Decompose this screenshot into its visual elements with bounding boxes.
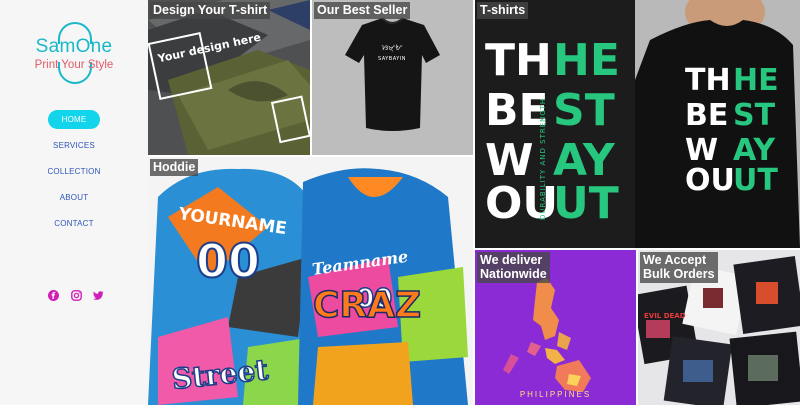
tile-tshirts[interactable]: TH BE W OU HE ST AY UT DURABILITY AND ST… (475, 0, 800, 248)
svg-text:HE: HE (553, 35, 620, 86)
nav-item-home[interactable]: HOME (48, 110, 100, 129)
tile-label-tshirts: T-shirts (477, 2, 529, 19)
facebook-icon[interactable] (48, 288, 59, 301)
map-caption: PHILIPPINES (519, 390, 592, 399)
tile-label-delivery: We deliver Nationwide (477, 252, 550, 283)
folded-tshirts-image: Your design here (148, 0, 310, 155)
svg-text:TH: TH (485, 35, 552, 86)
black-tshirt-image: ᜐᜋ᜔ᜀ SAYBAYIN (312, 0, 473, 155)
svg-text:ᜐᜋ᜔ᜀ: ᜐᜋ᜔ᜀ (382, 44, 404, 52)
svg-text:ST: ST (553, 85, 615, 136)
graffiti-hoodie-image: YOURNAME 00 Street Teamname 00 CRAZ (148, 157, 473, 405)
tile-hoodie[interactable]: YOURNAME 00 Street Teamname 00 CRAZ Hodd… (148, 157, 473, 405)
svg-text:OU: OU (485, 178, 558, 229)
tile-label-best-seller: Our Best Seller (314, 2, 411, 19)
svg-text:00: 00 (196, 234, 260, 288)
tile-design-your-tshirt[interactable]: Your design here Design Your T-shirt (148, 0, 310, 155)
nav-item-contact[interactable]: CONTACT (44, 214, 104, 233)
brand-name: SamOne (35, 36, 113, 57)
svg-text:OU: OU (685, 163, 735, 198)
svg-text:HE: HE (733, 63, 779, 98)
tile-bulk-orders[interactable]: EVIL DEAD We Accept Bulk Orders (638, 250, 800, 405)
main-nav: HOME SERVICES COLLECTION ABOUT CONTACT (0, 110, 148, 240)
social-links (48, 288, 104, 301)
instagram-icon[interactable] (70, 288, 82, 301)
svg-text:EVIL DEAD: EVIL DEAD (644, 312, 686, 320)
sidebar: SamOne Print Your Style HOME SERVICES CO… (0, 0, 148, 405)
brand-tagline: Print Your Style (34, 59, 114, 71)
nav-item-about[interactable]: ABOUT (44, 188, 104, 207)
svg-text:CRAZ: CRAZ (313, 285, 421, 326)
tile-label-design: Design Your T-shirt (150, 2, 271, 19)
tile-label-hoodie: Hoddie (150, 159, 199, 176)
brand-logo[interactable]: SamOne Print Your Style (14, 22, 134, 84)
svg-text:UT: UT (553, 178, 619, 229)
tile-best-seller[interactable]: ᜐᜋ᜔ᜀ SAYBAYIN Our Best Seller (312, 0, 473, 155)
tile-delivery[interactable]: We deliver Nationwide PHILIPPINES (475, 250, 636, 405)
svg-text:DURABILITY AND STRENGTH: DURABILITY AND STRENGTH (539, 98, 547, 220)
nav-item-collection[interactable]: COLLECTION (44, 162, 104, 181)
svg-text:TH: TH (685, 63, 731, 98)
svg-text:SAYBAYIN: SAYBAYIN (378, 56, 406, 62)
svg-text:ST: ST (733, 98, 776, 133)
tshirt-model-image: TH BE W OU HE ST AY UT DURABILITY AND ST… (475, 0, 800, 248)
tile-label-bulk-orders: We Accept Bulk Orders (640, 252, 718, 283)
svg-text:UT: UT (733, 163, 778, 198)
nav-item-services[interactable]: SERVICES (44, 136, 104, 155)
svg-text:BE: BE (685, 98, 728, 133)
twitter-icon[interactable] (93, 288, 104, 300)
